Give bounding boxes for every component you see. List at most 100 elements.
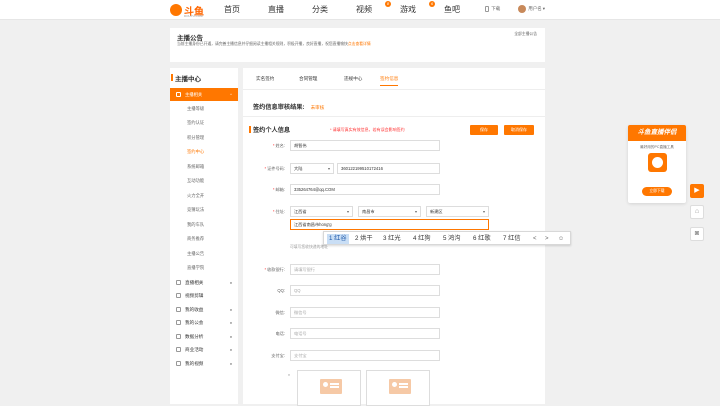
download-link[interactable]: 下载 bbox=[485, 6, 500, 12]
id-number-field[interactable]: 360122199510172416 bbox=[337, 163, 440, 174]
chevron-down-icon: ▾ bbox=[482, 209, 485, 214]
nav-games[interactable]: 游戏 6 bbox=[400, 1, 435, 15]
required-marker: * bbox=[288, 374, 290, 380]
address-detail-field[interactable]: 江西省南昌市hong'g bbox=[290, 219, 489, 230]
float-home-button[interactable]: ⌂ bbox=[690, 205, 704, 219]
sidebar-item-9[interactable]: 我的车队 bbox=[170, 218, 238, 231]
city-select[interactable]: 南昌市 ▾ bbox=[358, 206, 421, 217]
review-status-row: 签约信息审核结果: 未审核 bbox=[253, 102, 324, 111]
ime-candidate-7[interactable]: 7 红信 bbox=[503, 234, 521, 244]
chevron-icon: v bbox=[230, 333, 232, 339]
sidebar-item-label: 我的公会 bbox=[185, 320, 204, 325]
menu-item-icon bbox=[176, 92, 181, 97]
id-back-upload[interactable] bbox=[366, 370, 430, 406]
user-menu[interactable]: 用户名 ▾ bbox=[518, 5, 545, 13]
phone-icon bbox=[485, 6, 490, 12]
sidebar-item-12[interactable]: 直播学院 bbox=[170, 261, 238, 274]
tab-contract-management[interactable]: 合同管理 bbox=[299, 76, 317, 82]
chevron-down-icon: ▾ bbox=[542, 6, 545, 11]
sidebar-item-1[interactable]: 主播等级 bbox=[170, 102, 238, 115]
float-play-button[interactable]: ▶ bbox=[690, 184, 704, 198]
ime-candidate-3[interactable]: 3 红光 bbox=[383, 234, 401, 244]
sidebar-item-16[interactable]: 我的公会 v bbox=[170, 316, 238, 329]
sidebar-item-10[interactable]: 商务推荐 bbox=[170, 232, 238, 245]
nav-live[interactable]: 直播 bbox=[268, 4, 298, 15]
ime-candidate-1[interactable]: 1 红谷 bbox=[327, 234, 349, 244]
name-label: *姓名: bbox=[272, 143, 285, 148]
ime-candidate-2[interactable]: 2 烘干 bbox=[355, 234, 373, 244]
district-select[interactable]: 新建区 ▾ bbox=[426, 206, 489, 217]
nav-home[interactable]: 首页 bbox=[224, 4, 254, 15]
tab-violation-center[interactable]: 违规中心 bbox=[344, 76, 362, 82]
sidebar-item-6[interactable]: 互动功能 bbox=[170, 174, 238, 187]
province-select[interactable]: 江西省 ▾ bbox=[290, 206, 353, 217]
emoji-icon[interactable]: ☺ bbox=[558, 234, 564, 244]
id-type-select[interactable]: 大陆 ▾ bbox=[290, 163, 334, 174]
logo-subtext: DOUYU.COM bbox=[184, 14, 203, 18]
alipay-field[interactable]: 支付宝 bbox=[290, 350, 440, 361]
bank-label: *收款银行: bbox=[264, 267, 285, 272]
sidebar-item-14[interactable]: 视频剪辑 bbox=[170, 289, 238, 302]
nav-category[interactable]: 分类 bbox=[312, 4, 342, 15]
wechat-field[interactable]: 微信号 bbox=[290, 307, 440, 318]
camera-icon: ◙ bbox=[694, 230, 700, 237]
nav-video-badge: 8 bbox=[385, 1, 391, 7]
sidebar-item-0[interactable]: 主播相关 ^ bbox=[170, 88, 238, 101]
name-field[interactable]: 胡智伟 bbox=[290, 140, 440, 151]
play-icon: ▶ bbox=[694, 187, 700, 194]
sidebar-item-label: 火力全开 bbox=[187, 192, 205, 198]
nav-video[interactable]: 视频 8 bbox=[356, 1, 391, 15]
nav-games-badge: 6 bbox=[429, 1, 435, 7]
sidebar-item-label: 竞猜玩法 bbox=[187, 207, 205, 212]
sidebar-item-17[interactable]: 数据分析 v bbox=[170, 330, 238, 343]
tab-bar: 实名签约 合同管理 违规中心 签约信息 bbox=[243, 68, 545, 90]
live-companion-ad[interactable]: 斗鱼直播伴侣 最好用的PC直播工具 立即下载 bbox=[628, 125, 686, 203]
email-field[interactable]: 335264764@qq.COM bbox=[290, 184, 440, 195]
sidebar-item-19[interactable]: 我的视频 v bbox=[170, 357, 238, 370]
notice-body: 当前主播身份已开通，请完善主播信息并仔细阅读主播相关规则，积极开播，良好直播，祝… bbox=[177, 42, 371, 46]
bank-field[interactable]: 请填写银行 bbox=[290, 264, 440, 275]
download-now-button[interactable]: 立即下载 bbox=[642, 187, 672, 196]
save-button[interactable]: 保存 bbox=[470, 125, 498, 135]
email-label: *邮箱: bbox=[272, 187, 285, 192]
sidebar-item-label: 我的收益 bbox=[185, 306, 204, 312]
float-camera-button[interactable]: ◙ bbox=[690, 227, 704, 241]
ime-prev-icon[interactable]: < bbox=[533, 234, 537, 244]
tab-real-name-sign[interactable]: 实名签约 bbox=[256, 76, 274, 82]
sidebar-item-label: 直播相关 bbox=[185, 279, 204, 285]
sidebar-item-18[interactable]: 商业活动 v bbox=[170, 343, 238, 356]
companion-app-icon bbox=[648, 153, 667, 172]
id-front-upload[interactable] bbox=[297, 370, 361, 406]
sidebar-item-label: 互动功能 bbox=[187, 178, 205, 183]
qq-label: QQ: bbox=[277, 288, 285, 293]
cancel-save-button[interactable]: 取消保存 bbox=[504, 125, 534, 135]
sidebar-item-label: 签约中心 bbox=[187, 149, 205, 154]
sidebar-item-3[interactable]: 积分管理 bbox=[170, 131, 238, 144]
sidebar-item-label: 直播学院 bbox=[187, 265, 205, 270]
phone-field[interactable]: 电话号 bbox=[290, 328, 440, 339]
menu-item-icon bbox=[176, 306, 181, 312]
ime-candidate-6[interactable]: 6 红歌 bbox=[473, 234, 491, 244]
sidebar-item-label: 签约认证 bbox=[187, 120, 205, 125]
sidebar-item-4[interactable]: 签约中心 bbox=[170, 145, 238, 158]
tab-sign-info[interactable]: 签约信息 bbox=[380, 76, 399, 86]
home-icon: ⌂ bbox=[694, 208, 700, 215]
sidebar-item-11[interactable]: 主播公告 bbox=[170, 247, 238, 260]
notice-detail-link[interactable]: 点击查看详情 bbox=[348, 42, 371, 46]
ime-next-icon[interactable]: > bbox=[545, 234, 549, 244]
sidebar-item-label: 主播相关 bbox=[185, 92, 203, 97]
sidebar-item-13[interactable]: 直播相关 v bbox=[170, 276, 238, 289]
douyu-logo[interactable]: 斗鱼 DOUYU.COM bbox=[170, 3, 204, 18]
sidebar-item-5[interactable]: 系统邮箱 bbox=[170, 160, 238, 173]
sidebar-item-7[interactable]: 火力全开 bbox=[170, 189, 238, 202]
review-label: 签约信息审核结果: bbox=[253, 104, 305, 111]
ime-candidate-5[interactable]: 5 鸿沟 bbox=[443, 234, 461, 244]
sidebar-item-15[interactable]: 我的收益 v bbox=[170, 303, 238, 316]
sidebar-item-8[interactable]: 竞猜玩法 bbox=[170, 203, 238, 216]
ime-candidate-4[interactable]: 4 红狗 bbox=[413, 234, 431, 244]
all-notices-link[interactable]: 全部主播公告 bbox=[514, 32, 537, 37]
status-badge: 未审核 bbox=[310, 105, 325, 110]
sidebar-item-2[interactable]: 签约认证 bbox=[170, 116, 238, 129]
chevron-icon: v bbox=[230, 306, 232, 312]
qq-field[interactable]: QQ bbox=[290, 285, 440, 296]
